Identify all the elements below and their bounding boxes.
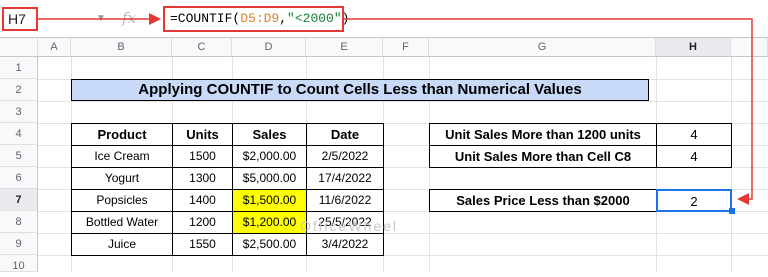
cell-units[interactable]: 1550: [172, 233, 233, 256]
formula-prefix: =COUNTIF(: [170, 11, 241, 26]
table-header-date[interactable]: Date: [306, 123, 384, 146]
row-header-8[interactable]: 8: [0, 211, 38, 233]
result-label[interactable]: Unit Sales More than 1200 units: [429, 123, 657, 146]
table-header-sales[interactable]: Sales: [232, 123, 307, 146]
result-label[interactable]: Unit Sales More than Cell C8: [429, 145, 657, 168]
column-header-e[interactable]: E: [306, 38, 383, 57]
fx-icon: fx: [122, 9, 137, 27]
column-header-h[interactable]: H: [656, 38, 731, 57]
cell-product[interactable]: Ice Cream: [71, 145, 173, 168]
column-header-d[interactable]: D: [232, 38, 306, 57]
cell-sales[interactable]: $2,000.00: [232, 145, 307, 168]
cell-units[interactable]: 1300: [172, 167, 233, 190]
cell-product[interactable]: Popsicles: [71, 189, 173, 212]
table-header-units[interactable]: Units: [172, 123, 233, 146]
cell-date[interactable]: 17/4/2022: [306, 167, 384, 190]
formula-bar: [0, 0, 768, 38]
active-cell-h7[interactable]: 2: [656, 189, 732, 212]
row-header-3[interactable]: 3: [0, 101, 38, 123]
cell-product[interactable]: Juice: [71, 233, 173, 256]
cell-sales[interactable]: $5,000.00: [232, 167, 307, 190]
formula-sep: ,: [279, 11, 288, 26]
cell-sales-highlighted[interactable]: $1,500.00: [232, 189, 307, 212]
formula-criteria: "<2000": [287, 11, 342, 26]
grid-line: [38, 101, 768, 102]
row-header-6[interactable]: 6: [0, 167, 38, 189]
cell-date[interactable]: 11/6/2022: [306, 189, 384, 212]
cell-date[interactable]: 3/4/2022: [306, 233, 384, 256]
column-header-f[interactable]: F: [383, 38, 429, 57]
select-all-corner[interactable]: [0, 38, 38, 57]
column-header-b[interactable]: B: [71, 38, 172, 57]
column-header-c[interactable]: C: [172, 38, 232, 57]
result-value[interactable]: 4: [656, 123, 732, 146]
cell-sales[interactable]: $2,500.00: [232, 233, 307, 256]
row-header-4[interactable]: 4: [0, 123, 38, 145]
cell-product[interactable]: Bottled Water: [71, 211, 173, 234]
sheet-title[interactable]: Applying COUNTIF to Count Cells Less tha…: [71, 79, 649, 101]
cell-date[interactable]: 2/5/2022: [306, 145, 384, 168]
table-header-product[interactable]: Product: [71, 123, 173, 146]
row-header-5[interactable]: 5: [0, 145, 38, 167]
formula-range: D5:D9: [240, 11, 280, 26]
cell-units[interactable]: 1200: [172, 211, 233, 234]
row-header-10[interactable]: 10: [0, 255, 38, 272]
column-header-i[interactable]: [731, 38, 768, 57]
name-box-dropdown-icon[interactable]: ▼: [96, 13, 106, 24]
column-header-g[interactable]: G: [429, 38, 656, 57]
result-label[interactable]: Sales Price Less than $2000: [429, 189, 657, 212]
watermark: OfficeWheel: [300, 218, 398, 234]
cell-units[interactable]: 1400: [172, 189, 233, 212]
row-header-1[interactable]: 1: [0, 57, 38, 79]
formula-suffix: ): [341, 11, 350, 26]
name-box[interactable]: H7: [2, 7, 38, 31]
column-header-a[interactable]: A: [38, 38, 71, 57]
cell-units[interactable]: 1500: [172, 145, 233, 168]
row-header-2[interactable]: 2: [0, 79, 38, 101]
row-header-7[interactable]: 7: [0, 189, 38, 211]
formula-input[interactable]: =COUNTIF(D5:D9,"<2000"): [163, 6, 349, 32]
cell-sales-highlighted[interactable]: $1,200.00: [232, 211, 307, 234]
fill-handle[interactable]: [729, 208, 735, 214]
cell-product[interactable]: Yogurt: [71, 167, 173, 190]
row-header-9[interactable]: 9: [0, 233, 38, 255]
result-value[interactable]: 4: [656, 145, 732, 168]
